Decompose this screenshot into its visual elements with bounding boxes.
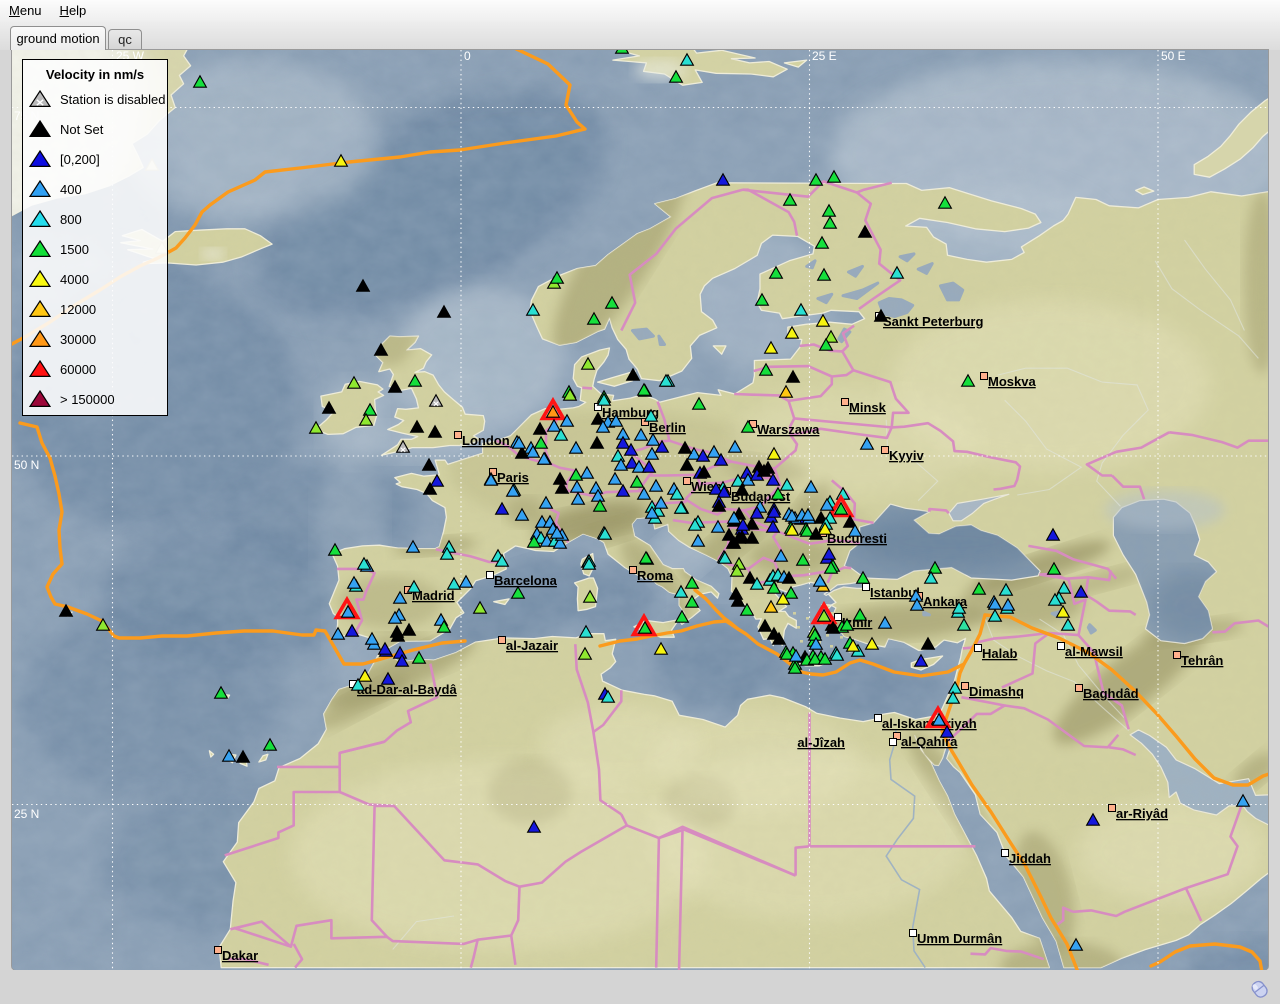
svg-text:50 E: 50 E [1161, 50, 1186, 63]
svg-text:Roma: Roma [637, 568, 674, 583]
svg-text:50 N: 50 N [14, 458, 39, 472]
svg-text:Berlin: Berlin [649, 420, 686, 435]
svg-text:Baghdâd: Baghdâd [1083, 686, 1139, 701]
svg-text:25 E: 25 E [812, 50, 837, 63]
svg-text:Kyyiv: Kyyiv [889, 448, 924, 463]
svg-text:Umm Durmân: Umm Durmân [917, 931, 1002, 946]
svg-text:Paris: Paris [497, 470, 529, 485]
svg-text:Halab: Halab [982, 646, 1017, 661]
svg-text:London: London [462, 433, 510, 448]
svg-text:Warszawa: Warszawa [757, 422, 820, 437]
svg-text:Sankt Peterburg: Sankt Peterburg [883, 314, 983, 329]
svg-text:Dakar: Dakar [222, 948, 258, 963]
svg-text:al-Jîzah: al-Jîzah [797, 735, 845, 750]
svg-text:ad-Dar-al-Baydâ: ad-Dar-al-Baydâ [357, 682, 457, 697]
svg-text:Barcelona: Barcelona [494, 573, 558, 588]
svg-text:Dimashq: Dimashq [969, 684, 1024, 699]
svg-text:al-Mawsil: al-Mawsil [1065, 644, 1123, 659]
svg-text:al-Jazair: al-Jazair [506, 638, 558, 653]
svg-text:0: 0 [464, 50, 471, 63]
svg-text:Tehrân: Tehrân [1181, 653, 1223, 668]
svg-text:Jiddah: Jiddah [1009, 851, 1051, 866]
svg-text:25 N: 25 N [14, 807, 39, 821]
svg-text:ar-Riyâd: ar-Riyâd [1116, 806, 1168, 821]
svg-text:Moskva: Moskva [988, 374, 1036, 389]
svg-text:Minsk: Minsk [849, 400, 887, 415]
